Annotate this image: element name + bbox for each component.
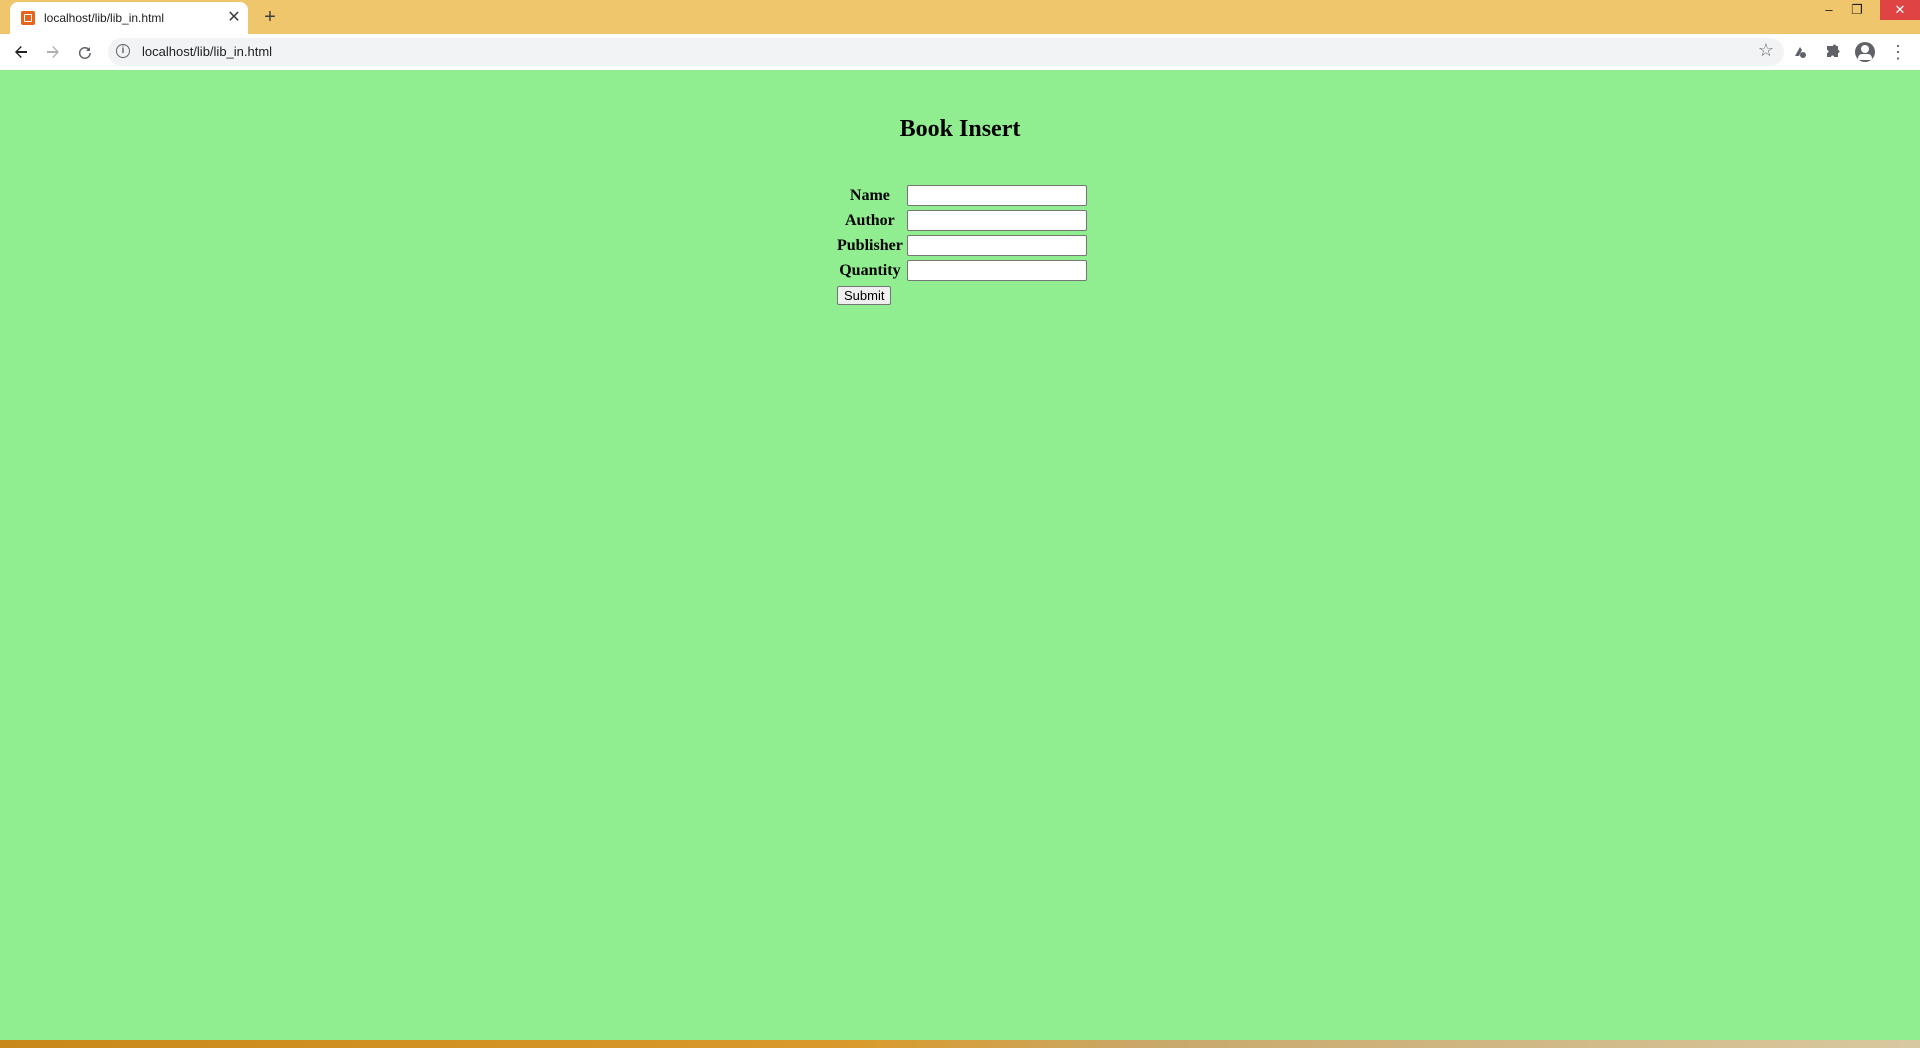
restore-button[interactable]: ❐ [1840, 0, 1874, 20]
book-insert-form: Name Author Publisher Quantity Submit [834, 182, 1090, 309]
extension-icon[interactable] [1788, 40, 1812, 64]
quantity-field[interactable] [906, 260, 1087, 281]
profile-icon[interactable] [1855, 42, 1875, 62]
form-row-quantity: Quantity [836, 259, 1088, 282]
close-window-button[interactable]: ✕ [1880, 0, 1920, 20]
page-content: Book Insert Name Author Publisher Quanti… [0, 70, 1920, 1040]
quantity-label: Quantity [839, 261, 901, 279]
favicon-icon [21, 11, 35, 25]
info-icon[interactable]: i [116, 44, 130, 58]
star-icon[interactable]: ☆ [1758, 40, 1774, 61]
forward-arrow-icon[interactable] [41, 40, 65, 64]
url-text[interactable]: localhost/lib/lib_in.html [142, 44, 272, 59]
tab-strip: localhost/lib/lib_in.html ✕ + – ❐ ✕ [0, 0, 1920, 34]
puzzle-icon[interactable] [1821, 40, 1845, 64]
reload-icon[interactable] [73, 40, 97, 64]
taskbar [0, 1040, 1920, 1048]
author-field[interactable] [906, 210, 1087, 231]
name-label: Name [849, 186, 890, 204]
new-tab-button[interactable]: + [258, 5, 282, 29]
publisher-label: Publisher [837, 236, 903, 254]
submit-button[interactable]: Submit [837, 286, 892, 305]
browser-tab[interactable]: localhost/lib/lib_in.html ✕ [10, 2, 248, 34]
back-arrow-icon[interactable] [9, 40, 33, 64]
tab-close-icon[interactable]: ✕ [224, 8, 244, 28]
form-row-name: Name [836, 184, 1088, 207]
browser-toolbar: i localhost/lib/lib_in.html ☆ ⋮ [0, 34, 1920, 71]
page-title: Book Insert [899, 116, 1021, 142]
form-row-author: Author [836, 209, 1088, 232]
kebab-menu-icon[interactable]: ⋮ [1886, 40, 1910, 64]
publisher-field[interactable] [906, 235, 1087, 256]
address-bar[interactable]: i localhost/lib/lib_in.html ☆ [108, 38, 1784, 66]
tab-title: localhost/lib/lib_in.html [44, 11, 165, 25]
author-label: Author [845, 211, 895, 229]
form-row-publisher: Publisher [836, 234, 1088, 257]
form-row-submit: Submit [836, 284, 1088, 307]
name-field[interactable] [906, 185, 1087, 206]
